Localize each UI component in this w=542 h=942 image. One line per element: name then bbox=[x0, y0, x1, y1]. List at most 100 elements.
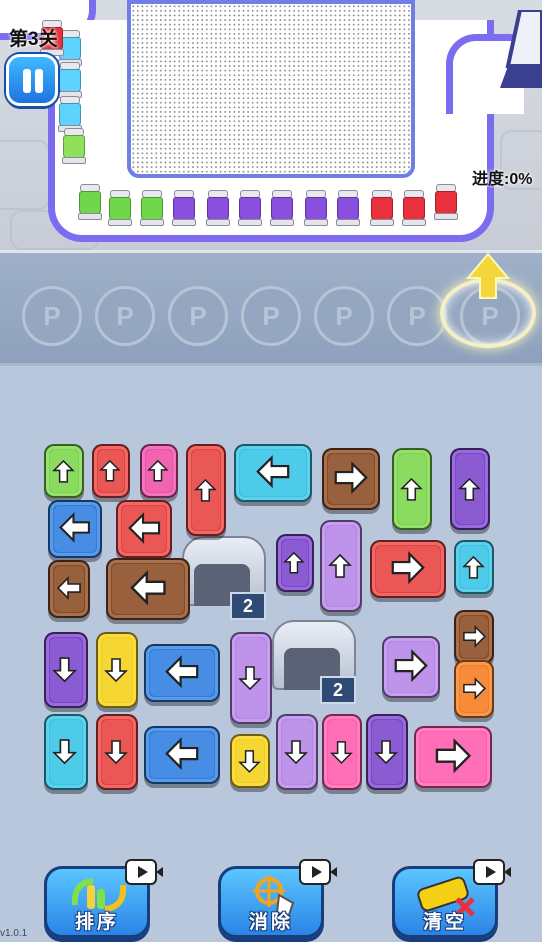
red-vehicle[interactable] bbox=[96, 714, 138, 790]
lilac-vehicle[interactable] bbox=[230, 632, 272, 724]
parking-slot: P bbox=[168, 286, 228, 346]
tube-body bbox=[371, 197, 393, 221]
pink-vehicle[interactable] bbox=[140, 444, 178, 498]
tube-body bbox=[59, 103, 81, 127]
garage: 2 bbox=[270, 620, 358, 706]
purple-vehicle[interactable] bbox=[44, 632, 88, 708]
paint-tube bbox=[206, 190, 230, 226]
yellow-vehicle[interactable] bbox=[230, 734, 270, 788]
tube-base bbox=[206, 219, 230, 226]
paint-tube bbox=[108, 190, 132, 226]
paint-tube bbox=[140, 190, 164, 226]
clear-label: 清空 bbox=[422, 912, 467, 933]
tube-base bbox=[270, 219, 294, 226]
arrow-right-icon bbox=[456, 662, 492, 716]
hotpink-vehicle[interactable] bbox=[414, 726, 492, 788]
parking-slot: P bbox=[95, 286, 155, 346]
exit-ramp bbox=[500, 8, 542, 90]
tube-base bbox=[78, 213, 102, 220]
pause-icon-bar bbox=[35, 69, 43, 93]
tube-base bbox=[336, 219, 360, 226]
lilac-vehicle[interactable] bbox=[382, 636, 440, 698]
purple-vehicle[interactable] bbox=[450, 448, 490, 530]
parking-slot-label: P bbox=[335, 301, 353, 331]
garage-count-badge: 2 bbox=[230, 592, 266, 620]
parking-slot: P bbox=[387, 286, 447, 346]
blue-vehicle[interactable] bbox=[144, 644, 220, 702]
arrow-down-icon bbox=[368, 716, 406, 788]
paint-tube bbox=[58, 62, 82, 98]
stone-tile bbox=[0, 140, 50, 210]
video-ad-icon bbox=[125, 859, 163, 885]
tube-base bbox=[304, 219, 328, 226]
pixel-grid bbox=[131, 4, 411, 174]
arrow-up-icon bbox=[94, 446, 128, 496]
brown-vehicle[interactable] bbox=[106, 558, 190, 620]
cyan-vehicle[interactable] bbox=[44, 714, 88, 790]
clear-button[interactable]: 清空 bbox=[392, 859, 511, 938]
video-ad-icon bbox=[299, 859, 337, 885]
purple-vehicle[interactable] bbox=[276, 534, 314, 592]
sort-button[interactable]: 排序 bbox=[44, 859, 163, 938]
purple-vehicle[interactable] bbox=[366, 714, 408, 790]
eliminate-button[interactable]: 消除 bbox=[218, 859, 337, 938]
arrow-right-icon bbox=[324, 450, 378, 508]
yellow-vehicle[interactable] bbox=[96, 632, 138, 708]
parking-slot-label: P bbox=[116, 301, 134, 331]
tube-body bbox=[63, 135, 85, 159]
tube-body bbox=[79, 191, 101, 215]
paint-tube bbox=[58, 96, 82, 132]
parking-slot-label: P bbox=[189, 301, 207, 331]
paint-tube bbox=[336, 190, 360, 226]
arrow-down-icon bbox=[98, 634, 136, 706]
lime-vehicle[interactable] bbox=[392, 448, 432, 530]
red-vehicle[interactable] bbox=[370, 540, 446, 598]
arrow-up-icon bbox=[278, 536, 312, 590]
cyan-vehicle[interactable] bbox=[234, 444, 312, 502]
orange-vehicle[interactable] bbox=[454, 660, 494, 718]
tube-base bbox=[62, 157, 86, 164]
conveyor-area bbox=[0, 0, 542, 250]
pause-button[interactable] bbox=[6, 54, 58, 106]
tube-body bbox=[207, 197, 229, 221]
paint-tube bbox=[270, 190, 294, 226]
blue-vehicle[interactable] bbox=[144, 726, 220, 784]
arrow-left-icon bbox=[50, 502, 100, 556]
arrow-left-icon bbox=[146, 728, 218, 782]
brown-vehicle[interactable] bbox=[454, 610, 494, 664]
brown-vehicle[interactable] bbox=[48, 560, 90, 618]
red-vehicle[interactable] bbox=[186, 444, 226, 536]
paint-tube bbox=[434, 184, 458, 220]
garage-count-badge: 2 bbox=[320, 676, 356, 704]
lilac-vehicle[interactable] bbox=[320, 520, 362, 612]
paint-tube bbox=[78, 184, 102, 220]
arrow-left-icon bbox=[146, 646, 218, 700]
tube-body bbox=[305, 197, 327, 221]
paint-tube bbox=[62, 128, 86, 164]
lilac-vehicle[interactable] bbox=[276, 714, 318, 790]
paint-tube bbox=[370, 190, 394, 226]
tube-body bbox=[337, 197, 359, 221]
parking-slot: P bbox=[314, 286, 374, 346]
tube-base bbox=[238, 219, 262, 226]
arrow-up-icon bbox=[394, 450, 430, 528]
eliminate-label: 消除 bbox=[248, 912, 293, 933]
arrow-down-icon bbox=[324, 716, 360, 788]
arrow-right-icon bbox=[456, 612, 492, 662]
red-vehicle[interactable] bbox=[92, 444, 130, 498]
version-label: v1.0.1 bbox=[0, 928, 28, 939]
paint-tube bbox=[238, 190, 262, 226]
parking-slot-label: P bbox=[408, 301, 426, 331]
video-ad-icon bbox=[473, 859, 511, 885]
arrow-down-icon bbox=[98, 716, 136, 788]
blue-vehicle[interactable] bbox=[48, 500, 102, 558]
up-arrow-icon bbox=[464, 252, 512, 305]
arrow-left-icon bbox=[236, 446, 310, 500]
tube-body bbox=[239, 197, 261, 221]
hotpink-vehicle[interactable] bbox=[322, 714, 362, 790]
lime-vehicle[interactable] bbox=[44, 444, 84, 498]
pause-icon bbox=[23, 69, 31, 93]
brown-vehicle[interactable] bbox=[322, 448, 380, 510]
red-vehicle[interactable] bbox=[116, 500, 172, 558]
cyan-vehicle[interactable] bbox=[454, 540, 494, 594]
